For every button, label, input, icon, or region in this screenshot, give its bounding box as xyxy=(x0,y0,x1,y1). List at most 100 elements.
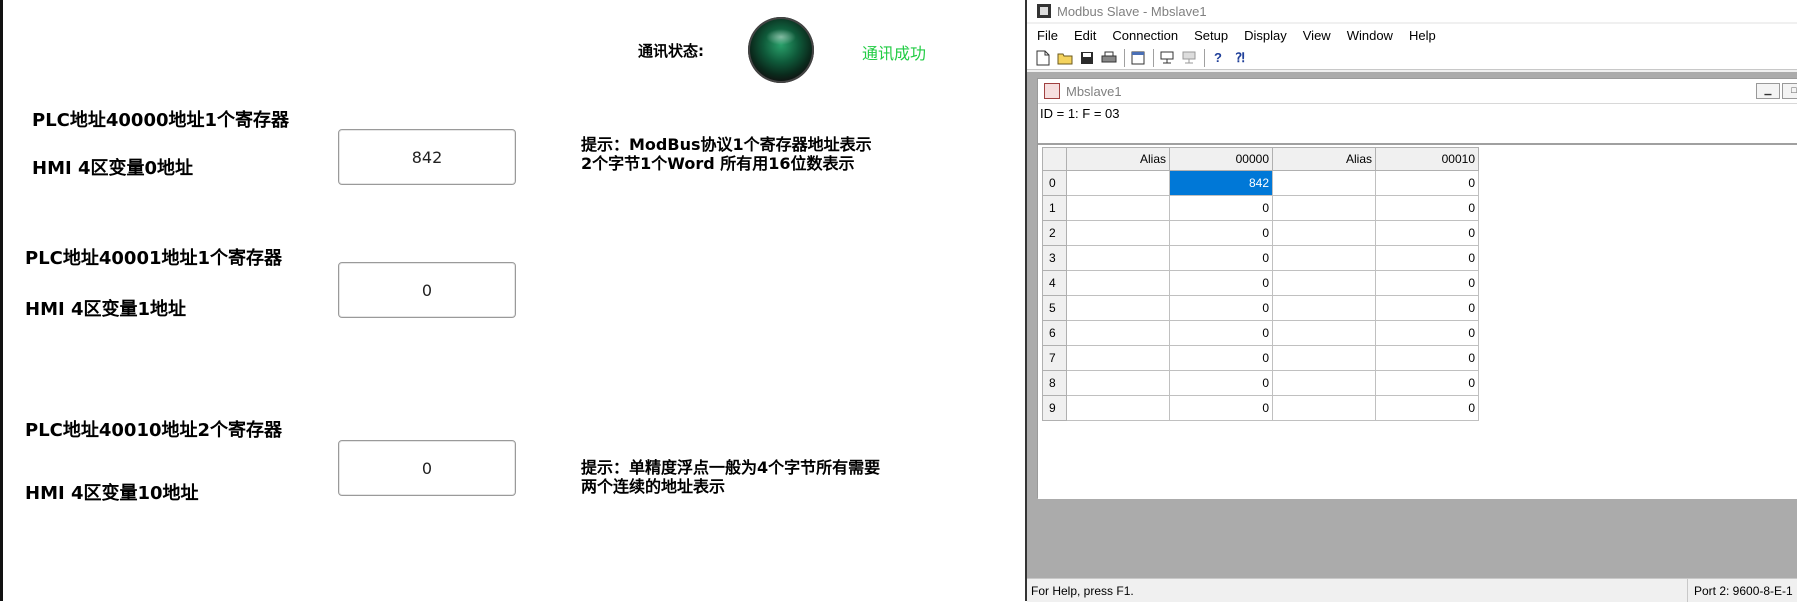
minimize-icon[interactable]: ▁ xyxy=(1756,83,1780,99)
table-row: 2 0 0 xyxy=(1042,220,1479,246)
alias-cell-1[interactable] xyxy=(1066,320,1170,346)
register-value-cell-00000[interactable]: 0 xyxy=(1169,320,1273,346)
column-header-alias-2[interactable]: Alias xyxy=(1272,147,1376,171)
alias-cell-2[interactable] xyxy=(1272,170,1376,196)
register-value-cell-00000[interactable]: 0 xyxy=(1169,370,1273,396)
alias-cell-2[interactable] xyxy=(1272,245,1376,271)
register-value-field-1[interactable]: 842 xyxy=(338,129,516,185)
hint-text-2: 提示：单精度浮点一般为4个字节所有需要两个连续的地址表示 xyxy=(581,458,881,496)
register-value-cell-00010[interactable]: 0 xyxy=(1375,320,1479,346)
register-value-cell-00000[interactable]: 842 xyxy=(1169,170,1273,196)
plc-address-label-3: PLC地址40010地址2个寄存器 xyxy=(25,420,283,441)
window-titlebar[interactable]: Modbus Slave - Mbslave1 xyxy=(1027,0,1797,22)
row-index: 7 xyxy=(1042,345,1067,371)
menu-setup[interactable]: Setup xyxy=(1186,28,1236,43)
child-titlebar[interactable]: Mbslave1 ▁ □ xyxy=(1038,79,1797,104)
alias-cell-1[interactable] xyxy=(1066,370,1170,396)
register-value-cell-00010[interactable]: 0 xyxy=(1375,395,1479,421)
alias-cell-1[interactable] xyxy=(1066,295,1170,321)
row-index: 2 xyxy=(1042,220,1067,246)
alias-cell-1[interactable] xyxy=(1066,170,1170,196)
toolbar-separator xyxy=(1153,48,1154,67)
register-value-cell-00010[interactable]: 0 xyxy=(1375,170,1479,196)
save-icon[interactable] xyxy=(1077,48,1097,68)
register-value-cell-00010[interactable]: 0 xyxy=(1375,220,1479,246)
register-value-cell-00000[interactable]: 0 xyxy=(1169,195,1273,221)
register-table: Alias 00000 Alias 00010 0 842 0 1 0 0 2 0 0 3 0 0 4 0… xyxy=(1042,147,1479,421)
menu-edit[interactable]: Edit xyxy=(1066,28,1104,43)
alias-cell-2[interactable] xyxy=(1272,395,1376,421)
alias-cell-1[interactable] xyxy=(1066,395,1170,421)
alias-cell-2[interactable] xyxy=(1272,295,1376,321)
child-title: Mbslave1 xyxy=(1066,83,1122,99)
disconnect-icon[interactable] xyxy=(1179,48,1199,68)
hmi-panel: 通讯状态: 通讯成功 PLC地址40000地址1个寄存器 HMI 4区变量0地址… xyxy=(0,0,1025,601)
register-value-cell-00000[interactable]: 0 xyxy=(1169,395,1273,421)
alias-cell-2[interactable] xyxy=(1272,345,1376,371)
register-value-cell-00000[interactable]: 0 xyxy=(1169,295,1273,321)
panel-border xyxy=(0,0,3,601)
alias-cell-2[interactable] xyxy=(1272,270,1376,296)
register-value-field-2[interactable]: 0 xyxy=(338,262,516,318)
menu-connection[interactable]: Connection xyxy=(1104,28,1186,43)
document-icon xyxy=(1044,83,1060,99)
row-index: 5 xyxy=(1042,295,1067,321)
table-row: 6 0 0 xyxy=(1042,320,1479,346)
register-value-field-3[interactable]: 0 xyxy=(338,440,516,496)
window-icon[interactable] xyxy=(1128,48,1148,68)
column-header-address-00000[interactable]: 00000 xyxy=(1169,147,1273,171)
status-port-text: Port 2: 9600-8-E-1 xyxy=(1687,579,1793,602)
app-icon xyxy=(1037,4,1051,18)
open-folder-icon[interactable] xyxy=(1055,48,1075,68)
status-bar: For Help, press F1. Port 2: 9600-8-E-1 xyxy=(1027,578,1797,602)
register-value-cell-00000[interactable]: 0 xyxy=(1169,220,1273,246)
column-header-address-00010[interactable]: 00010 xyxy=(1375,147,1479,171)
menu-help[interactable]: Help xyxy=(1401,28,1444,43)
toolbar: ? ⁈ xyxy=(1027,46,1797,70)
window-title: Modbus Slave - Mbslave1 xyxy=(1057,3,1207,19)
register-value-cell-00000[interactable]: 0 xyxy=(1169,345,1273,371)
menu-file[interactable]: File xyxy=(1027,28,1066,43)
row-index: 1 xyxy=(1042,195,1067,221)
menu-view[interactable]: View xyxy=(1295,28,1339,43)
alias-cell-1[interactable] xyxy=(1066,220,1170,246)
hmi-address-label-2: HMI 4区变量1地址 xyxy=(25,299,186,320)
alias-cell-1[interactable] xyxy=(1066,345,1170,371)
table-row: 5 0 0 xyxy=(1042,295,1479,321)
row-index: 3 xyxy=(1042,245,1067,271)
table-row: 9 0 0 xyxy=(1042,395,1479,421)
alias-cell-2[interactable] xyxy=(1272,370,1376,396)
row-index: 6 xyxy=(1042,320,1067,346)
alias-cell-1[interactable] xyxy=(1066,270,1170,296)
maximize-icon[interactable]: □ xyxy=(1782,83,1797,99)
register-value-cell-00010[interactable]: 0 xyxy=(1375,370,1479,396)
modbus-slave-window: Modbus Slave - Mbslave1 File Edit Connec… xyxy=(1025,0,1797,602)
register-value-cell-00010[interactable]: 0 xyxy=(1375,345,1479,371)
connect-icon[interactable] xyxy=(1157,48,1177,68)
alias-cell-2[interactable] xyxy=(1272,320,1376,346)
alias-cell-1[interactable] xyxy=(1066,245,1170,271)
plc-address-label-2: PLC地址40001地址1个寄存器 xyxy=(25,248,283,269)
alias-cell-1[interactable] xyxy=(1066,195,1170,221)
alias-cell-2[interactable] xyxy=(1272,195,1376,221)
alias-cell-2[interactable] xyxy=(1272,220,1376,246)
menu-display[interactable]: Display xyxy=(1236,28,1295,43)
help-icon[interactable]: ? xyxy=(1208,48,1228,68)
register-value-cell-00000[interactable]: 0 xyxy=(1169,270,1273,296)
hmi-address-label-1: HMI 4区变量0地址 xyxy=(32,158,193,179)
column-header-alias-1[interactable]: Alias xyxy=(1066,147,1170,171)
register-value-cell-00010[interactable]: 0 xyxy=(1375,195,1479,221)
new-file-icon[interactable] xyxy=(1033,48,1053,68)
context-help-icon[interactable]: ⁈ xyxy=(1230,48,1250,68)
register-value-cell-00010[interactable]: 0 xyxy=(1375,245,1479,271)
row-index: 4 xyxy=(1042,270,1067,296)
register-value-cell-00010[interactable]: 0 xyxy=(1375,270,1479,296)
table-row: 3 0 0 xyxy=(1042,245,1479,271)
register-value-cell-00000[interactable]: 0 xyxy=(1169,245,1273,271)
menu-window[interactable]: Window xyxy=(1339,28,1401,43)
register-value-cell-00010[interactable]: 0 xyxy=(1375,295,1479,321)
hint-text-1: 提示：ModBus协议1个寄存器地址表示2个字节1个Word 所有用16位数表示 xyxy=(581,135,872,173)
toolbar-separator xyxy=(1204,48,1205,67)
table-header-row: Alias 00000 Alias 00010 xyxy=(1042,147,1479,171)
print-icon[interactable] xyxy=(1099,48,1119,68)
